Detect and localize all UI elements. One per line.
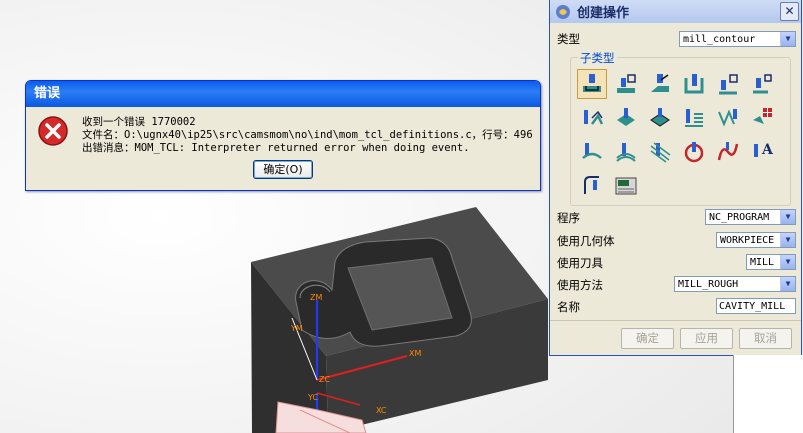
navigator-panel-edge [733,355,803,433]
create-operation-dialog: 创建操作 ✕ 类型 mill_contour ▼ 子类型 A 程序 NC_PRO… [549,0,802,356]
ok-button[interactable]: 确定(O) [253,160,313,179]
axis-label-ym: YM [290,324,303,333]
error-line-2: 文件名：O:\ugnx40\ip25\src\camsmom\no\ind\mo… [82,129,533,141]
method-label: 使用方法 [557,278,603,292]
contour-area-dir-steep-icon[interactable] [747,103,777,133]
rest-mill-icon[interactable] [679,69,709,99]
program-select[interactable]: NC_PROGRAM ▼ [705,209,796,225]
tool-value: MILL [750,257,775,268]
name-label: 名称 [557,300,580,314]
chevron-down-icon: ▼ [780,210,795,224]
error-line-1: 收到一个错误 1770002 [82,116,196,128]
dialog-title: 创建操作 [577,6,630,21]
mill-control-icon[interactable] [611,171,641,201]
flowcut-smooth-icon[interactable] [679,137,709,167]
close-icon[interactable]: ✕ [780,2,799,21]
type-select[interactable]: mill_contour ▼ [679,31,796,47]
program-label: 程序 [557,211,580,225]
cavity-mill-icon[interactable] [577,69,607,99]
error-icon [38,116,68,146]
error-dialog-title[interactable]: 错误 [26,81,540,107]
axis-label-xc: XC [376,406,387,415]
surface-area-icon[interactable] [645,103,675,133]
subtype-label: 子类型 [578,50,617,66]
geometry-label: 使用几何体 [557,234,615,248]
divider [550,320,801,321]
ok-button[interactable]: 确定 [621,328,674,349]
flowcut-single-icon[interactable] [577,137,607,167]
generic-motion-icon[interactable] [577,171,607,201]
flowcut-ref-tool-icon[interactable] [645,137,675,167]
error-message: 收到一个错误 1770002 文件名：O:\ugnx40\ip25\src\ca… [82,116,533,155]
contour-area-icon[interactable] [611,103,641,133]
cancel-button[interactable]: 取消 [739,328,792,349]
zlevel-corner-icon[interactable] [747,69,777,99]
contour-text-icon[interactable]: A [747,137,777,167]
axis-label-xm: XM [409,349,421,358]
error-dialog: 错误 收到一个错误 1770002 文件名：O:\ugnx40\ip25\src… [25,80,541,191]
geometry-value: WORKPIECE [720,235,775,246]
profile-3d-icon[interactable] [713,137,743,167]
flowcut-multiple-icon[interactable] [611,137,641,167]
axis-label-zm: ZM [310,293,322,302]
axis-label-yc: YC [307,393,318,402]
apply-button[interactable]: 应用 [680,328,733,349]
plunge-mill-icon[interactable] [611,69,641,99]
fixed-contour-icon[interactable] [577,103,607,133]
svg-text:A: A [761,142,774,158]
tool-label: 使用刀具 [557,256,603,270]
chevron-down-icon: ▼ [780,32,795,46]
type-label: 类型 [557,32,580,46]
contour-area-non-steep-icon[interactable] [713,103,743,133]
tool-select[interactable]: MILL ▼ [746,254,796,270]
chevron-down-icon: ▼ [780,233,795,247]
chevron-down-icon: ▼ [780,255,795,269]
geometry-select[interactable]: WORKPIECE ▼ [716,232,796,248]
axis-label-zc: ZC [319,375,330,384]
program-value: NC_PROGRAM [709,212,770,223]
streamline-icon[interactable] [679,103,709,133]
type-select-value: mill_contour [683,34,756,45]
chevron-down-icon: ▼ [780,277,795,291]
zlevel-profile-icon[interactable] [713,69,743,99]
corner-rough-icon[interactable] [645,69,675,99]
dialog-titlebar[interactable]: 创建操作 ✕ [550,0,801,23]
method-value: MILL_ROUGH [678,279,739,290]
error-line-3: 出错消息：MOM_TCL: Interpreter returned error… [82,142,470,154]
name-input[interactable]: CAVITY_MILL [716,298,796,314]
nx-app-icon [556,4,570,19]
method-select[interactable]: MILL_ROUGH ▼ [674,276,796,292]
